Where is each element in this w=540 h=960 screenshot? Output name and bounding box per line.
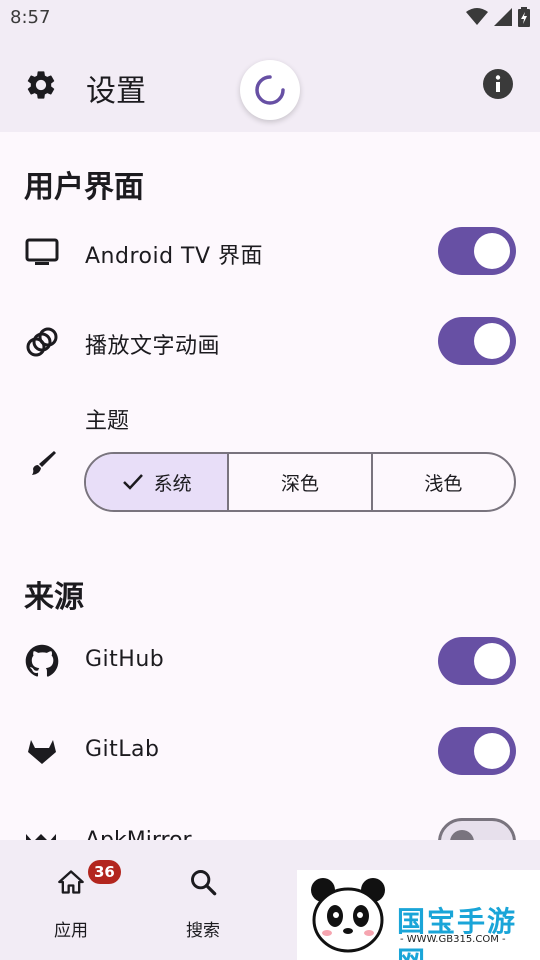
apps-badge: 36	[88, 860, 121, 884]
gitlab-switch[interactable]	[438, 727, 516, 775]
animation-icon	[24, 324, 60, 360]
theme-option-label: 深色	[280, 472, 319, 495]
watermark: 国宝手游网 - WWW.GB315.COM -	[297, 870, 540, 960]
switch-knob	[474, 323, 510, 359]
android-tv-switch[interactable]	[438, 227, 516, 275]
setting-label-android-tv: Android TV 界面	[85, 244, 264, 269]
wifi-icon	[466, 8, 488, 25]
theme-option-system[interactable]: 系统	[86, 454, 230, 510]
theme-label: 主题	[85, 409, 130, 434]
watermark-text: 国宝手游网	[397, 905, 518, 960]
app-bar: 设置	[0, 36, 540, 132]
apkmirror-switch[interactable]	[438, 818, 516, 840]
text-animation-switch[interactable]	[438, 317, 516, 365]
check-icon	[122, 474, 143, 490]
loading-spinner-icon	[255, 75, 285, 105]
search-icon	[191, 870, 217, 896]
panda-logo	[311, 878, 385, 953]
battery-charging-icon	[518, 7, 530, 27]
status-bar: 8:57	[0, 0, 540, 36]
switch-knob	[474, 733, 510, 769]
tv-icon	[24, 234, 60, 270]
section-title-ui: 用户界面	[24, 170, 144, 205]
section-title-sources: 来源	[24, 580, 84, 615]
nav-label-apps: 应用	[54, 921, 88, 941]
page-title: 设置	[86, 74, 146, 109]
gitlab-icon	[24, 733, 60, 769]
nav-label-search: 搜索	[186, 921, 220, 941]
theme-option-label: 浅色	[424, 472, 463, 495]
theme-option-dark[interactable]: 深色	[229, 454, 373, 510]
switch-knob	[450, 830, 474, 840]
theme-option-label: 系统	[153, 472, 192, 495]
setting-label-apkmirror: ApkMirror	[85, 828, 192, 840]
refresh-spinner	[240, 60, 300, 120]
nav-item-search[interactable]: 搜索	[138, 840, 268, 960]
nav-item-apps[interactable]: 36 应用	[6, 840, 136, 960]
github-switch[interactable]	[438, 637, 516, 685]
setting-row-apkmirror[interactable]: ApkMirror	[0, 818, 540, 840]
github-icon	[24, 643, 60, 679]
theme-option-light[interactable]: 浅色	[373, 454, 514, 510]
apkmirror-icon	[26, 834, 56, 840]
switch-knob	[474, 233, 510, 269]
setting-label-text-animation: 播放文字动画	[85, 334, 221, 359]
gear-icon[interactable]	[24, 68, 58, 102]
signal-icon	[494, 8, 512, 26]
switch-knob	[474, 643, 510, 679]
watermark-url: - WWW.GB315.COM -	[400, 934, 506, 945]
setting-label-github: GitHub	[85, 647, 165, 672]
info-icon[interactable]	[483, 69, 513, 99]
home-icon	[58, 870, 84, 894]
brush-icon	[24, 446, 60, 482]
status-icons	[466, 7, 530, 27]
theme-segmented-control: 系统 深色 浅色	[84, 452, 516, 512]
status-time: 8:57	[10, 7, 51, 28]
setting-label-gitlab: GitLab	[85, 737, 160, 762]
